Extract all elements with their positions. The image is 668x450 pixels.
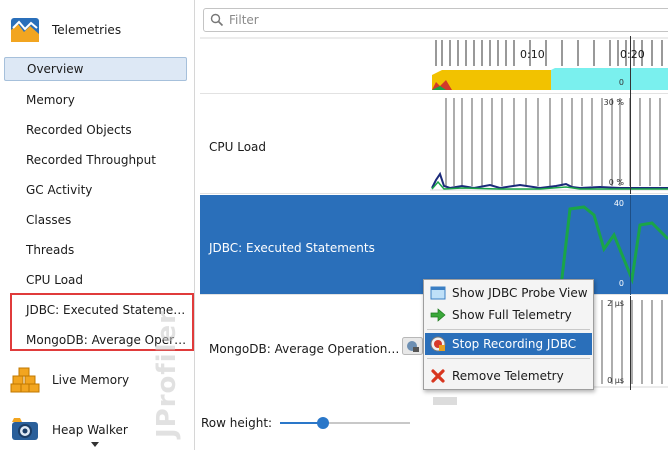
horizontal-scrollbar-thumb[interactable]	[433, 397, 457, 405]
filter-placeholder: Filter	[229, 13, 259, 27]
jprofiler-watermark: JProfiler	[152, 309, 182, 438]
sidebar-item-gc-activity[interactable]: GC Activity	[4, 178, 187, 202]
sidebar-item-memory[interactable]: Memory	[4, 88, 187, 112]
sidebar-item-threads[interactable]: Threads	[4, 238, 187, 262]
green-arrow-icon	[430, 308, 446, 322]
overview-scale-min: 0	[618, 78, 624, 87]
filter-input[interactable]: Filter	[203, 8, 668, 32]
red-x-icon	[431, 369, 445, 383]
sidebar-item-recorded-objects[interactable]: Recorded Objects	[4, 118, 187, 142]
search-icon	[210, 13, 224, 27]
live-memory-title: Live Memory	[52, 373, 130, 387]
cpu-axis-line	[630, 94, 631, 194]
overview-row[interactable]: 0:10 0:20 0	[200, 36, 668, 94]
scroll-down-arrow-icon[interactable]	[91, 442, 99, 447]
jdbc-axis-line	[630, 195, 631, 295]
mongodb-axis-line	[630, 296, 631, 390]
row-height-label: Row height:	[201, 416, 273, 430]
heap-walker-icon	[12, 418, 38, 440]
menu-item-remove-telemetry[interactable]: Remove Telemetry	[425, 365, 592, 387]
sidebar: Telemetries Overview Memory Recorded Obj…	[0, 0, 195, 450]
timeline-tick-label: 0:20	[620, 48, 645, 61]
heap-walker-section-header[interactable]: Heap Walker	[10, 416, 128, 444]
sidebar-item-cpu-load[interactable]: CPU Load	[4, 268, 187, 292]
row-height-slider-knob[interactable]	[317, 417, 329, 429]
cpu-load-chart	[430, 98, 668, 191]
live-memory-section-header[interactable]: Live Memory	[10, 366, 129, 394]
probe-view-icon	[430, 286, 446, 300]
sidebar-item-overview[interactable]: Overview	[4, 57, 187, 81]
menu-separator	[427, 358, 590, 359]
context-menu: Show JDBC Probe View Show Full Telemetry…	[423, 279, 594, 390]
heap-walker-title: Heap Walker	[52, 423, 128, 437]
overview-axis-line	[630, 36, 631, 94]
sidebar-item-classes[interactable]: Classes	[4, 208, 187, 232]
telemetries-title: Telemetries	[52, 23, 122, 37]
stop-recording-icon	[430, 336, 446, 352]
cpu-load-row[interactable]: CPU Load 30 % 0 %	[200, 94, 668, 194]
live-memory-icon	[10, 367, 40, 393]
telemetries-icon	[11, 18, 39, 42]
sidebar-item-recorded-throughput[interactable]: Recorded Throughput	[4, 148, 187, 172]
telemetries-section-header[interactable]: Telemetries	[10, 16, 121, 44]
menu-item-stop-recording-jdbc[interactable]: Stop Recording JDBC	[425, 333, 592, 355]
menu-item-show-jdbc-probe-view[interactable]: Show JDBC Probe View	[425, 282, 592, 304]
timeline-tick-label: 0:10	[520, 48, 545, 61]
menu-item-show-full-telemetry[interactable]: Show Full Telemetry	[425, 304, 592, 326]
menu-separator	[427, 329, 590, 330]
